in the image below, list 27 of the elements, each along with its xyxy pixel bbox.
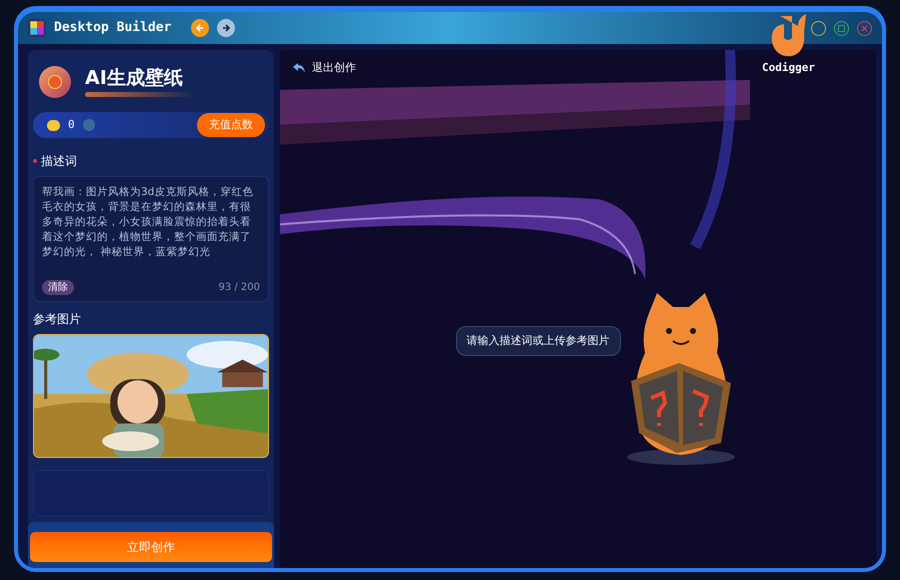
prompt-field[interactable]: 帮我画：图片风格为3d皮克斯风格，穿红色毛衣的女孩，背景是在梦幻的森林里，有很多奇异的花朵，小女孩满脸震惊的抬着头看着这个梦幻的，植物世界，整个画面充满了梦幻的光， 神秘世界，蓝紫梦幻光: [42, 185, 260, 280]
coin-icon: [47, 120, 60, 130]
reference-label: 参考图片: [33, 311, 82, 328]
panel-title: AI生成壁纸: [85, 67, 184, 89]
logo-label: Codigger: [762, 60, 815, 76]
clear-button[interactable]: 清除: [42, 280, 74, 295]
prompt-label: 描述词: [41, 153, 77, 170]
back-arrow-icon: [292, 62, 306, 74]
prompt-box[interactable]: 帮我画：图片风格为3d皮克斯风格，穿红色毛衣的女孩，背景是在梦幻的森林里，有很多奇异的花朵，小女孩满脸震惊的抬着头看着这个梦幻的，植物世界，整个画面充满了梦幻的光， 神秘世界，蓝紫梦幻光 清除 93 / 200: [33, 176, 269, 302]
char-count: 93 / 200: [218, 281, 260, 295]
maximize-icon: [838, 24, 845, 32]
codigger-logo[interactable]: Codigger: [762, 12, 815, 76]
close-icon: [861, 24, 868, 32]
left-arrow-icon: [195, 23, 206, 33]
avatar-icon: [48, 75, 62, 89]
info-icon: [82, 119, 95, 131]
window-title: Desktop Builder: [54, 19, 172, 38]
minimize-button[interactable]: [811, 20, 826, 36]
points-count: 0: [68, 116, 75, 133]
forward-button[interactable]: [217, 19, 236, 37]
hint-bubble: 请输入描述词或上传参考图片: [456, 326, 620, 356]
exit-button[interactable]: 退出创作: [292, 60, 356, 76]
maximize-button[interactable]: [834, 20, 849, 36]
back-button[interactable]: [191, 19, 210, 37]
right-arrow-icon: [221, 23, 232, 33]
close-button[interactable]: [857, 20, 872, 36]
app-icon: [28, 19, 46, 37]
